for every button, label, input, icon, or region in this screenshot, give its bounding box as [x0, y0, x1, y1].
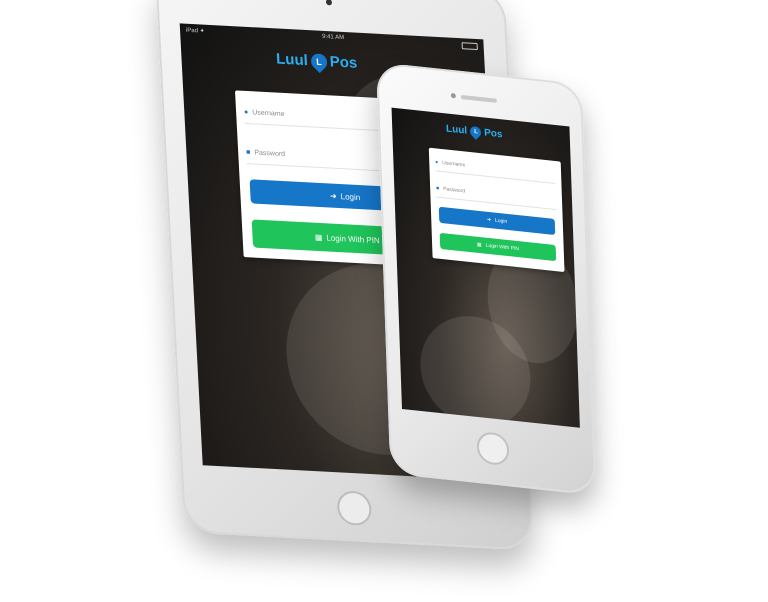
phone-screen: Luul L Pos ● Username ■ Password ➜ Login…: [391, 107, 580, 428]
phone-login-button-label: Login: [494, 217, 508, 225]
phone-home-button[interactable]: [476, 430, 510, 467]
tablet-camera: [325, 0, 333, 6]
phone-login-card: ● Username ■ Password ➜ Login ▦ Login Wi…: [428, 147, 565, 273]
phone-brand-logo: Luul L Pos: [446, 123, 503, 140]
phone-brand-word-1: Luul: [445, 123, 468, 137]
phone-login-button[interactable]: ➜ Login: [438, 206, 556, 236]
battery-icon: [461, 42, 478, 51]
user-icon: ●: [435, 159, 439, 166]
phone-logo-badge-letter: L: [473, 128, 478, 136]
lock-icon: ■: [436, 185, 440, 192]
login-button-label: Login: [340, 191, 361, 202]
brand-word-1: Luul: [275, 50, 309, 70]
phone-login-with-pin-button[interactable]: ▦ Login With PIN: [439, 232, 557, 262]
phone-username-placeholder: Username: [442, 160, 466, 169]
phone-logo-badge-icon: L: [467, 124, 484, 140]
grid-icon: ▦: [476, 241, 482, 249]
logo-badge-icon: L: [307, 49, 331, 73]
sign-in-icon: ➜: [486, 216, 492, 224]
phone-device: Luul L Pos ● Username ■ Password ➜ Login…: [376, 62, 597, 496]
brand-logo: Luul L Pos: [275, 49, 358, 73]
password-placeholder: Password: [254, 148, 286, 158]
sign-in-icon: ➜: [329, 190, 337, 201]
grid-icon: ▦: [314, 232, 323, 242]
user-icon: ●: [243, 108, 249, 116]
phone-speaker: [460, 94, 497, 103]
tablet-status-time: 9:41 AM: [321, 33, 345, 42]
phone-password-field[interactable]: ■ Password: [435, 180, 557, 211]
phone-camera: [450, 92, 456, 99]
phone-brand-word-2: Pos: [483, 127, 503, 141]
tablet-home-button[interactable]: [336, 490, 373, 527]
tablet-status-carrier: iPad ✦: [185, 27, 205, 35]
lock-icon: ■: [245, 148, 251, 156]
phone-login-with-pin-label: Login With PIN: [485, 242, 520, 253]
login-with-pin-label: Login With PIN: [326, 232, 380, 245]
phone-username-field[interactable]: ● Username: [434, 154, 556, 185]
brand-word-2: Pos: [329, 53, 358, 72]
username-placeholder: Username: [252, 108, 285, 118]
logo-badge-letter: L: [315, 56, 322, 67]
tablet-status-bar: iPad ✦ 9:41 AM: [186, 27, 478, 52]
phone-password-placeholder: Password: [443, 186, 466, 195]
